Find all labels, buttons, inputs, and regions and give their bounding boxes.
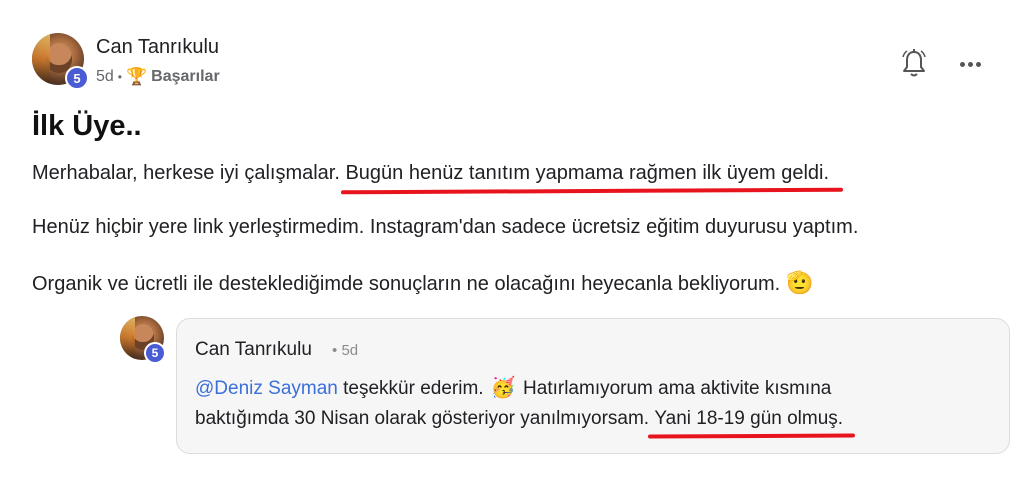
- reply-author-text: Can Tanrıkulu: [195, 339, 312, 360]
- trophy-icon: 🏆: [126, 67, 148, 86]
- level-badge: 5: [65, 66, 89, 90]
- post-meta: 5d • 🏆 Başarılar: [96, 67, 220, 87]
- post-category[interactable]: Başarılar: [151, 68, 220, 86]
- party-emoji-icon: 🥳: [490, 377, 516, 399]
- author-name[interactable]: Can Tanrıkulu: [96, 36, 219, 59]
- reply-level-badge: 5: [144, 342, 166, 364]
- reply-bubble: Can Tanrıkulu • 5d @Deniz Sayman teşekkü…: [176, 318, 1010, 454]
- paragraph-text: Merhabalar, herkese iyi çalışmalar.: [32, 162, 346, 184]
- reply-line-2: baktığımda 30 Nisan olarak gösteriyor ya…: [195, 408, 843, 430]
- more-options-button[interactable]: [956, 50, 984, 78]
- post-paragraph-2: Henüz hiçbir yere link yerleştirmedim. I…: [32, 216, 859, 238]
- reply-time: • 5d: [332, 342, 358, 359]
- meta-separator: •: [117, 70, 122, 84]
- post-paragraph-1: Merhabalar, herkese iyi çalışmalar. Bugü…: [32, 162, 829, 185]
- bell-icon: [902, 49, 926, 77]
- reply-comment: 5 Can Tanrıkulu • 5d @Deniz Sayman teşek…: [120, 316, 1010, 454]
- reply-text: baktığımda 30 Nisan olarak gösteriyor ya…: [195, 408, 655, 429]
- mention-link[interactable]: @Deniz Sayman: [195, 378, 338, 399]
- post-paragraph-3: Organik ve ücretli ile desteklediğimde s…: [32, 270, 814, 296]
- highlighted-text: Yani 18-19 gün olmuş.: [654, 408, 844, 429]
- post-time: 5d: [96, 68, 114, 85]
- reply-line-1: @Deniz Sayman teşekkür ederim. 🥳 Hatırla…: [195, 375, 831, 400]
- post-header: 5 Can Tanrıkulu 5d • 🏆 Başarılar: [32, 30, 992, 94]
- post-title: İlk Üye..: [32, 110, 142, 142]
- reply-separator: •: [332, 342, 338, 359]
- dot-icon: [975, 61, 981, 67]
- highlighted-text: Bugün henüz tanıtım yapmama rağmen ilk ü…: [345, 162, 830, 184]
- salute-emoji-icon: 🫡: [786, 270, 814, 295]
- notification-bell-button[interactable]: [900, 48, 928, 80]
- paragraph-text: Organik ve ücretli ile desteklediğimde s…: [32, 273, 781, 295]
- dot-icon: [959, 61, 965, 67]
- dot-icon: [967, 61, 973, 67]
- reply-author-name[interactable]: Can Tanrıkulu: [195, 339, 312, 361]
- reply-text: teşekkür ederim.: [337, 378, 489, 399]
- reply-time-text: 5d: [341, 342, 359, 359]
- reply-text: Hatırlamıyorum ama aktivite kısmına: [517, 378, 832, 399]
